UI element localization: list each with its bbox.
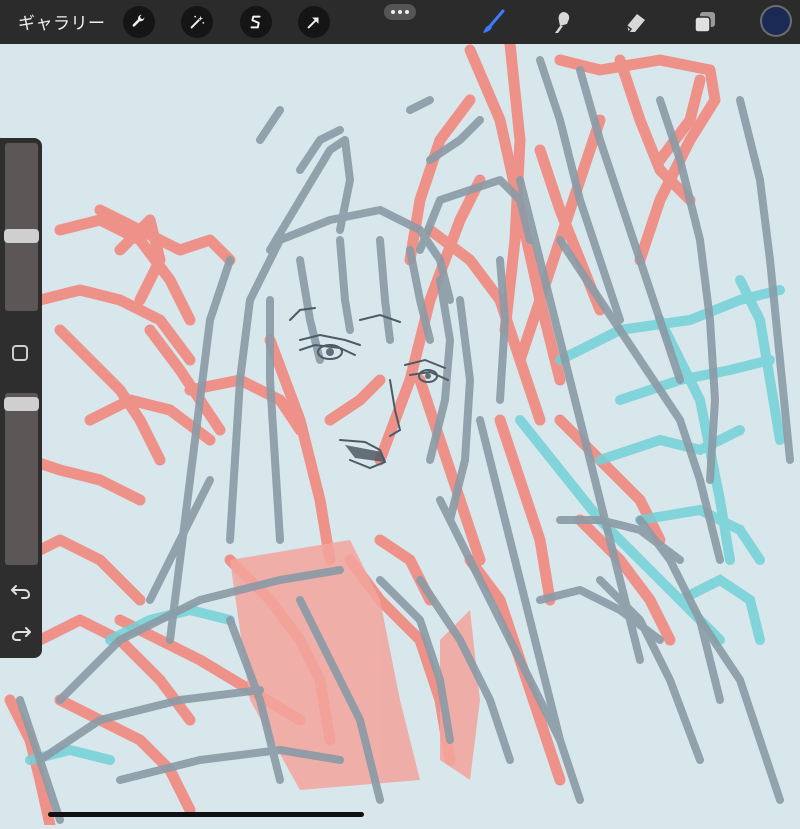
- brush-icon[interactable]: [478, 7, 508, 37]
- gallery-button[interactable]: ギャラリー: [18, 9, 106, 34]
- layers-icon[interactable]: [690, 7, 720, 37]
- sketch-artwork: [0, 38, 800, 829]
- magic-wand-icon[interactable]: [181, 6, 213, 38]
- brush-size-slider[interactable]: [4, 143, 39, 311]
- opacity-slider[interactable]: [4, 393, 39, 565]
- opacity-thumb[interactable]: [4, 397, 39, 411]
- undo-icon[interactable]: [10, 580, 32, 602]
- top-toolbar: ギャラリー: [0, 0, 800, 44]
- eraser-icon[interactable]: [620, 7, 650, 37]
- selection-icon[interactable]: [240, 6, 272, 38]
- brush-size-thumb[interactable]: [4, 229, 39, 243]
- smudge-icon[interactable]: [548, 7, 578, 37]
- color-picker-swatch[interactable]: [760, 5, 792, 37]
- drawing-canvas[interactable]: [0, 38, 800, 829]
- more-dots-icon[interactable]: [384, 4, 416, 20]
- redo-icon[interactable]: [10, 622, 32, 644]
- left-sidebar: [0, 138, 42, 658]
- transform-arrow-icon[interactable]: [298, 6, 330, 38]
- modify-square-icon[interactable]: [12, 345, 28, 361]
- wrench-icon[interactable]: [123, 6, 155, 38]
- home-indicator[interactable]: [48, 812, 364, 817]
